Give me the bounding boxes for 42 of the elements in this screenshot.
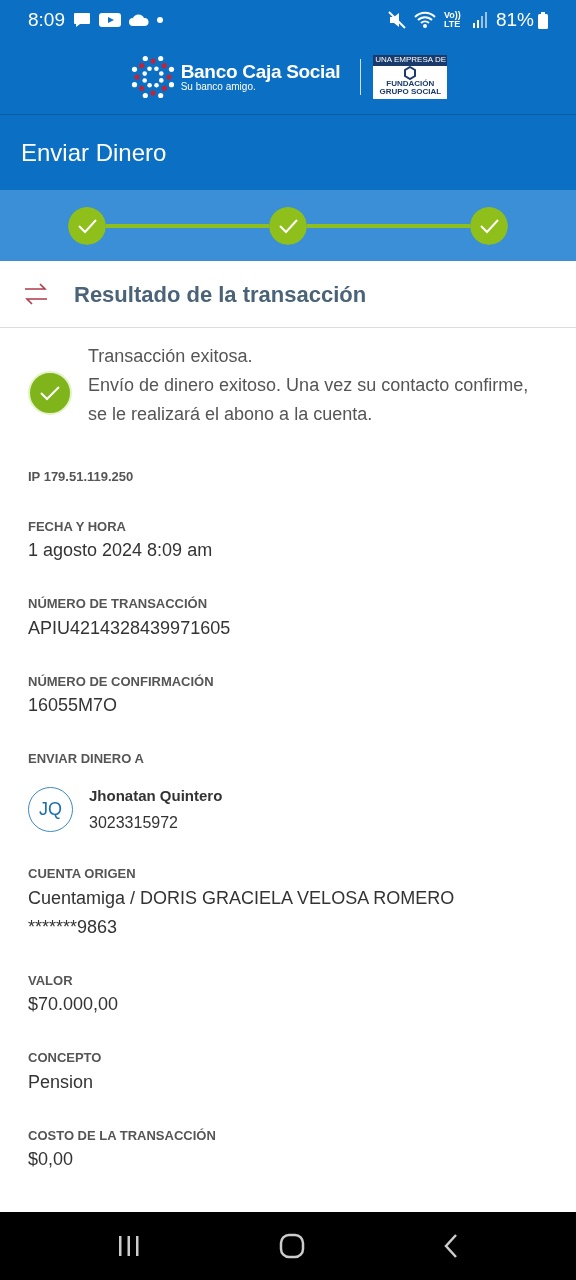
home-icon[interactable] <box>279 1233 305 1259</box>
cloud-icon <box>129 14 149 26</box>
field-label: CUENTA ORIGEN <box>28 865 137 883</box>
contact-phone: 3023315972 <box>89 813 179 833</box>
battery-percent: 81% <box>495 7 534 32</box>
play-icon <box>99 12 121 28</box>
wifi-icon <box>413 11 436 29</box>
result-heading: Transacción exitosa. <box>88 345 254 368</box>
field-value: Cuentamiga / DORIS GRACIELA VELOSA ROMERO <box>28 886 456 910</box>
field-label: NÚMERO DE TRANSACCIÓN <box>28 595 209 613</box>
field-label: ENVIAR DINERO A <box>28 750 145 768</box>
back-icon[interactable] <box>443 1233 459 1259</box>
badge-caption: UNA EMPRESA DE <box>373 54 448 66</box>
screen-title: Enviar Dinero <box>21 137 167 168</box>
result-message: Envío de dinero exitoso. Una vez su contacto confirme, se le realizará el abono a la cuenta. <box>88 374 530 426</box>
brand-name: Banco Caja Social <box>180 61 341 81</box>
chat-icon <box>73 12 91 28</box>
battery-icon <box>538 11 548 29</box>
field-label: CONCEPTO <box>28 1049 103 1067</box>
signal-icon <box>471 12 488 28</box>
recent-apps-icon[interactable] <box>117 1235 141 1257</box>
clock-time: 8:09 <box>28 7 65 32</box>
field-label: COSTO DE LA TRANSACCIÓN <box>28 1126 217 1145</box>
field-value: Pension <box>28 1070 95 1094</box>
section-title: Resultado de la transacción <box>74 280 367 309</box>
hexagon-icon <box>403 65 418 80</box>
ip-address: IP 179.51.119.250 <box>28 468 135 486</box>
field-value: *******9863 <box>28 915 119 939</box>
field-label: VALOR <box>28 971 74 990</box>
field-label: FECHA Y HORA <box>28 517 127 536</box>
dot-icon <box>157 17 163 23</box>
field-label: NÚMERO DE CONFIRMACIÓN <box>28 672 215 691</box>
field-value: APIU4214328439971605 <box>28 616 232 640</box>
foundation-name: FUNDACIÓN GRUPO SOCIAL <box>378 79 443 98</box>
field-value: 16055M7O <box>28 694 119 717</box>
field-value: $70.000,00 <box>28 993 120 1016</box>
contact-name: Jhonatan Quintero <box>89 785 223 806</box>
mute-icon <box>387 11 406 29</box>
field-value: 1 agosto 2024 8:09 am <box>28 539 214 562</box>
field-value: $0,00 <box>28 1148 75 1171</box>
network-label: Vo)) LTE <box>443 11 462 29</box>
brand-tagline: Su banco amigo. <box>180 80 256 93</box>
